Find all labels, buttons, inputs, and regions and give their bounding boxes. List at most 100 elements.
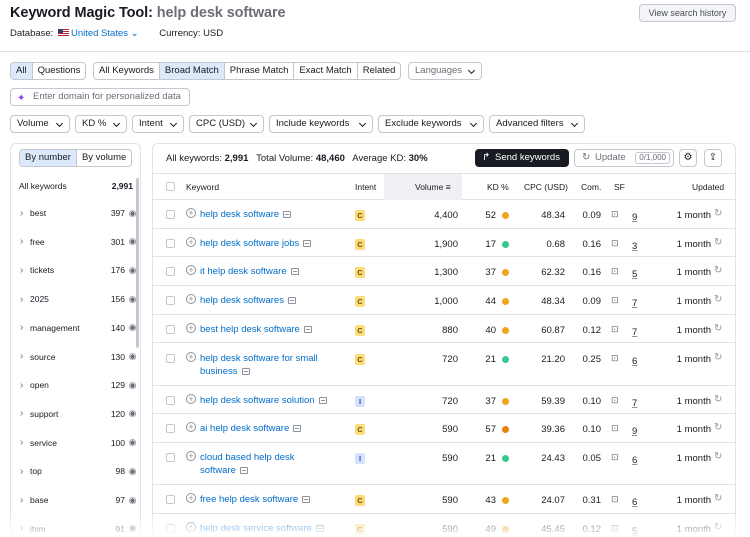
row-checkbox[interactable] (166, 494, 175, 504)
serp-features-icon[interactable]: ⊡ (611, 423, 619, 434)
domain-input[interactable]: ✦ Enter domain for personalized data (10, 88, 190, 106)
keyword-link[interactable]: help desk software (200, 208, 292, 221)
sidebar-item-source[interactable]: › source 130 ◉ (20, 350, 138, 364)
serp-features-icon[interactable]: ⊡ (611, 494, 619, 505)
serp-preview-icon[interactable] (303, 239, 312, 247)
add-to-list-icon[interactable]: + (186, 265, 196, 276)
refresh-row-icon[interactable]: ↻ (714, 394, 722, 405)
serp-preview-icon[interactable] (290, 268, 299, 276)
add-to-list-icon[interactable]: + (186, 422, 196, 433)
col-volume[interactable]: Volume ≡ (415, 182, 451, 192)
keyword-link[interactable]: cloud based help desk software (200, 451, 295, 477)
serp-features-count[interactable]: 7 (632, 298, 637, 309)
send-keywords-button[interactable]: ↱ Send keywords (475, 149, 569, 167)
refresh-row-icon[interactable]: ↻ (714, 208, 722, 219)
filter-advanced[interactable]: Advanced filters (489, 115, 585, 133)
eye-icon[interactable]: ◉ (127, 495, 138, 506)
serp-features-count[interactable]: 5 (632, 269, 637, 280)
serp-features-icon[interactable]: ⊡ (611, 452, 619, 463)
keyword-link[interactable]: help desk software for small business (200, 352, 318, 378)
add-to-list-icon[interactable]: + (186, 450, 196, 461)
refresh-row-icon[interactable]: ↻ (714, 294, 722, 305)
add-to-list-icon[interactable]: + (186, 236, 196, 247)
database-select[interactable]: United States ⌄ (71, 28, 139, 39)
sidebar-item-top[interactable]: › top 98 ◉ (20, 464, 138, 478)
row-checkbox[interactable] (166, 296, 175, 306)
tab-questions[interactable]: Questions (33, 63, 86, 79)
col-com[interactable]: Com. (581, 182, 601, 192)
col-intent[interactable]: Intent (355, 182, 376, 192)
serp-preview-icon[interactable] (303, 325, 312, 333)
keyword-link[interactable]: ai help desk software (200, 422, 302, 435)
add-to-list-icon[interactable]: + (186, 322, 196, 333)
row-checkbox[interactable] (166, 395, 175, 405)
serp-preview-icon[interactable] (283, 211, 292, 218)
add-to-list-icon[interactable]: + (186, 492, 196, 503)
keyword-link[interactable]: it help desk software (200, 265, 299, 278)
serp-features-icon[interactable]: ⊡ (611, 238, 619, 249)
col-cpc[interactable]: CPC (USD) (524, 182, 568, 192)
keyword-link[interactable]: free help desk software (200, 493, 311, 506)
sidebar-all-keywords[interactable]: All keywords 2,991 (19, 181, 133, 191)
serp-features-count[interactable]: 6 (632, 356, 637, 367)
refresh-row-icon[interactable]: ↻ (714, 352, 722, 363)
refresh-row-icon[interactable]: ↻ (714, 451, 722, 462)
tab-by-volume[interactable]: By volume (77, 150, 131, 166)
tab-all[interactable]: All (11, 63, 33, 79)
keyword-link[interactable]: help desk softwares (200, 294, 296, 307)
serp-features-icon[interactable]: ⊡ (611, 266, 619, 277)
serp-preview-icon[interactable] (318, 396, 327, 404)
filter-volume[interactable]: Volume (10, 115, 70, 133)
col-kd[interactable]: KD % (487, 182, 509, 192)
filter-exclude-keywords[interactable]: Exclude keywords (378, 115, 484, 133)
eye-icon[interactable]: ◉ (127, 408, 138, 419)
sidebar-scrollbar[interactable] (136, 178, 139, 348)
add-to-list-icon[interactable]: + (186, 351, 196, 362)
filter-intent[interactable]: Intent (132, 115, 184, 133)
serp-features-count[interactable]: 6 (632, 455, 637, 466)
tab-all-keywords[interactable]: All Keywords (94, 63, 160, 79)
settings-gear-icon[interactable]: ⚙ (679, 149, 697, 167)
sidebar-item-base[interactable]: › base 97 ◉ (20, 493, 138, 507)
refresh-row-icon[interactable]: ↻ (714, 422, 722, 433)
sidebar-item-tickets[interactable]: › tickets 176 ◉ (20, 263, 138, 277)
add-to-list-icon[interactable]: + (186, 294, 196, 305)
filter-include-keywords[interactable]: Include keywords (269, 115, 373, 133)
tab-broad-match[interactable]: Broad Match (159, 63, 225, 79)
serp-preview-icon[interactable] (293, 425, 302, 433)
tab-phrase-match[interactable]: Phrase Match (225, 63, 295, 79)
row-checkbox[interactable] (166, 424, 175, 434)
serp-preview-icon[interactable] (241, 367, 250, 375)
tab-exact-match[interactable]: Exact Match (294, 63, 358, 79)
serp-features-icon[interactable]: ⊡ (611, 209, 619, 220)
serp-features-icon[interactable]: ⊡ (611, 353, 619, 364)
refresh-row-icon[interactable]: ↻ (714, 493, 722, 504)
sidebar-item-management[interactable]: › management 140 ◉ (20, 321, 138, 335)
tab-by-number[interactable]: By number (20, 150, 77, 166)
serp-features-count[interactable]: 7 (632, 327, 637, 338)
sidebar-item-open[interactable]: › open 129 ◉ (20, 378, 138, 392)
sidebar-item-free[interactable]: › free 301 ◉ (20, 235, 138, 249)
row-checkbox[interactable] (166, 353, 175, 363)
refresh-row-icon[interactable]: ↻ (714, 323, 722, 334)
view-search-history-button[interactable]: View search history (639, 4, 736, 22)
sidebar-item-2025[interactable]: › 2025 156 ◉ (20, 292, 138, 306)
serp-features-icon[interactable]: ⊡ (611, 324, 619, 335)
add-to-list-icon[interactable]: + (186, 208, 196, 218)
tab-related[interactable]: Related (358, 63, 401, 79)
update-button[interactable]: ↻ Update 0/1,000 (574, 149, 674, 167)
serp-features-count[interactable]: 7 (632, 398, 637, 409)
eye-icon[interactable]: ◉ (127, 466, 138, 477)
sidebar-item-support[interactable]: › support 120 ◉ (20, 407, 138, 421)
eye-icon[interactable]: ◉ (127, 380, 138, 391)
sidebar-item-best[interactable]: › best 397 ◉ (20, 206, 138, 220)
eye-icon[interactable]: ◉ (127, 351, 138, 362)
serp-features-count[interactable]: 9 (632, 426, 637, 437)
row-checkbox[interactable] (166, 324, 175, 334)
keyword-link[interactable]: help desk software solution (200, 394, 327, 407)
serp-preview-icon[interactable] (302, 495, 311, 503)
row-checkbox[interactable] (166, 238, 175, 248)
languages-dropdown[interactable]: Languages (408, 62, 482, 80)
serp-features-count[interactable]: 3 (632, 241, 637, 252)
keyword-link[interactable]: best help desk software (200, 323, 312, 336)
